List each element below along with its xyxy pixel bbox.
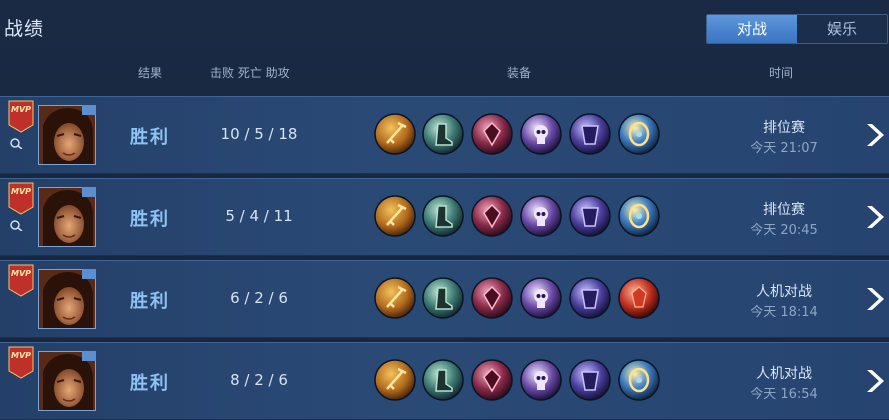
tab-entertainment[interactable]: 娱乐 <box>797 15 887 43</box>
mvp-badge-icon: MVP <box>8 346 34 379</box>
ranked-icon <box>10 220 23 231</box>
mvp-label: MVP <box>11 105 31 114</box>
golden-staff-icon[interactable] <box>374 359 416 401</box>
kda-value: 10 / 5 / 18 <box>220 125 298 143</box>
match-row[interactable]: MVP 胜利 8 / 2 / 6 人机对战今天 16:54 <box>0 342 889 420</box>
kda-value: 6 / 2 / 6 <box>230 289 288 307</box>
column-header-kda: 击败 死亡 助攻 <box>210 66 290 80</box>
result-label: 胜利 <box>130 291 170 312</box>
violet-armor-icon[interactable] <box>569 195 611 237</box>
column-header-equipment: 装备 <box>507 66 532 80</box>
hero-tag-icon <box>82 351 96 361</box>
match-time: 今天 21:07 <box>750 141 818 156</box>
header-bar: 战绩 对战 娱乐 <box>0 0 889 60</box>
violet-armor-icon[interactable] <box>569 113 611 155</box>
red-gem-icon[interactable] <box>618 277 660 319</box>
game-mode: 排位赛 <box>763 120 805 136</box>
gold-amulet-icon[interactable] <box>618 195 660 237</box>
green-boots-icon[interactable] <box>422 277 464 319</box>
mvp-badge-icon: MVP <box>8 182 34 215</box>
skull-helm-icon[interactable] <box>520 113 562 155</box>
gold-amulet-icon[interactable] <box>618 359 660 401</box>
golden-staff-icon[interactable] <box>374 277 416 319</box>
chevron-right-icon[interactable] <box>862 285 886 313</box>
kda-value: 5 / 4 / 11 <box>225 207 293 225</box>
mvp-label: MVP <box>11 351 31 360</box>
result-label: 胜利 <box>130 373 170 394</box>
green-boots-icon[interactable] <box>422 195 464 237</box>
kda-value: 8 / 2 / 6 <box>230 371 288 389</box>
violet-armor-icon[interactable] <box>569 277 611 319</box>
crimson-mask-icon[interactable] <box>471 195 513 237</box>
mode-tabs: 对战 娱乐 <box>706 14 888 44</box>
chevron-right-icon[interactable] <box>862 367 886 395</box>
hero-tag-icon <box>82 187 96 197</box>
golden-staff-icon[interactable] <box>374 195 416 237</box>
skull-helm-icon[interactable] <box>520 195 562 237</box>
match-time: 今天 18:14 <box>750 305 818 320</box>
result-label: 胜利 <box>130 127 170 148</box>
mvp-badge-icon: MVP <box>8 264 34 297</box>
chevron-right-icon[interactable] <box>862 121 886 149</box>
chevron-right-icon[interactable] <box>862 203 886 231</box>
game-mode: 人机对战 <box>756 284 812 300</box>
column-header-result: 结果 <box>138 66 163 80</box>
skull-helm-icon[interactable] <box>520 277 562 319</box>
column-header-time: 时间 <box>769 66 794 80</box>
mvp-label: MVP <box>11 187 31 196</box>
match-row[interactable]: MVP 胜利 6 / 2 / 6 人机对战今天 18:14 <box>0 260 889 338</box>
game-mode: 人机对战 <box>756 366 812 382</box>
mvp-badge-icon: MVP <box>8 100 34 133</box>
match-row[interactable]: MVP 胜利 10 / 5 / 18 排位赛今天 21:07 <box>0 96 889 174</box>
match-time: 今天 20:45 <box>750 223 818 238</box>
tab-battle[interactable]: 对战 <box>707 15 797 43</box>
mvp-label: MVP <box>11 269 31 278</box>
golden-staff-icon[interactable] <box>374 113 416 155</box>
crimson-mask-icon[interactable] <box>471 359 513 401</box>
gold-amulet-icon[interactable] <box>618 113 660 155</box>
match-row[interactable]: MVP 胜利 5 / 4 / 11 排位赛今天 20:45 <box>0 178 889 256</box>
skull-helm-icon[interactable] <box>520 359 562 401</box>
hero-tag-icon <box>82 105 96 115</box>
result-label: 胜利 <box>130 209 170 230</box>
match-time: 今天 16:54 <box>750 387 818 402</box>
crimson-mask-icon[interactable] <box>471 113 513 155</box>
crimson-mask-icon[interactable] <box>471 277 513 319</box>
page-title: 战绩 <box>4 18 45 40</box>
violet-armor-icon[interactable] <box>569 359 611 401</box>
green-boots-icon[interactable] <box>422 359 464 401</box>
ranked-icon <box>10 138 23 149</box>
hero-tag-icon <box>82 269 96 279</box>
green-boots-icon[interactable] <box>422 113 464 155</box>
game-mode: 排位赛 <box>763 202 805 218</box>
